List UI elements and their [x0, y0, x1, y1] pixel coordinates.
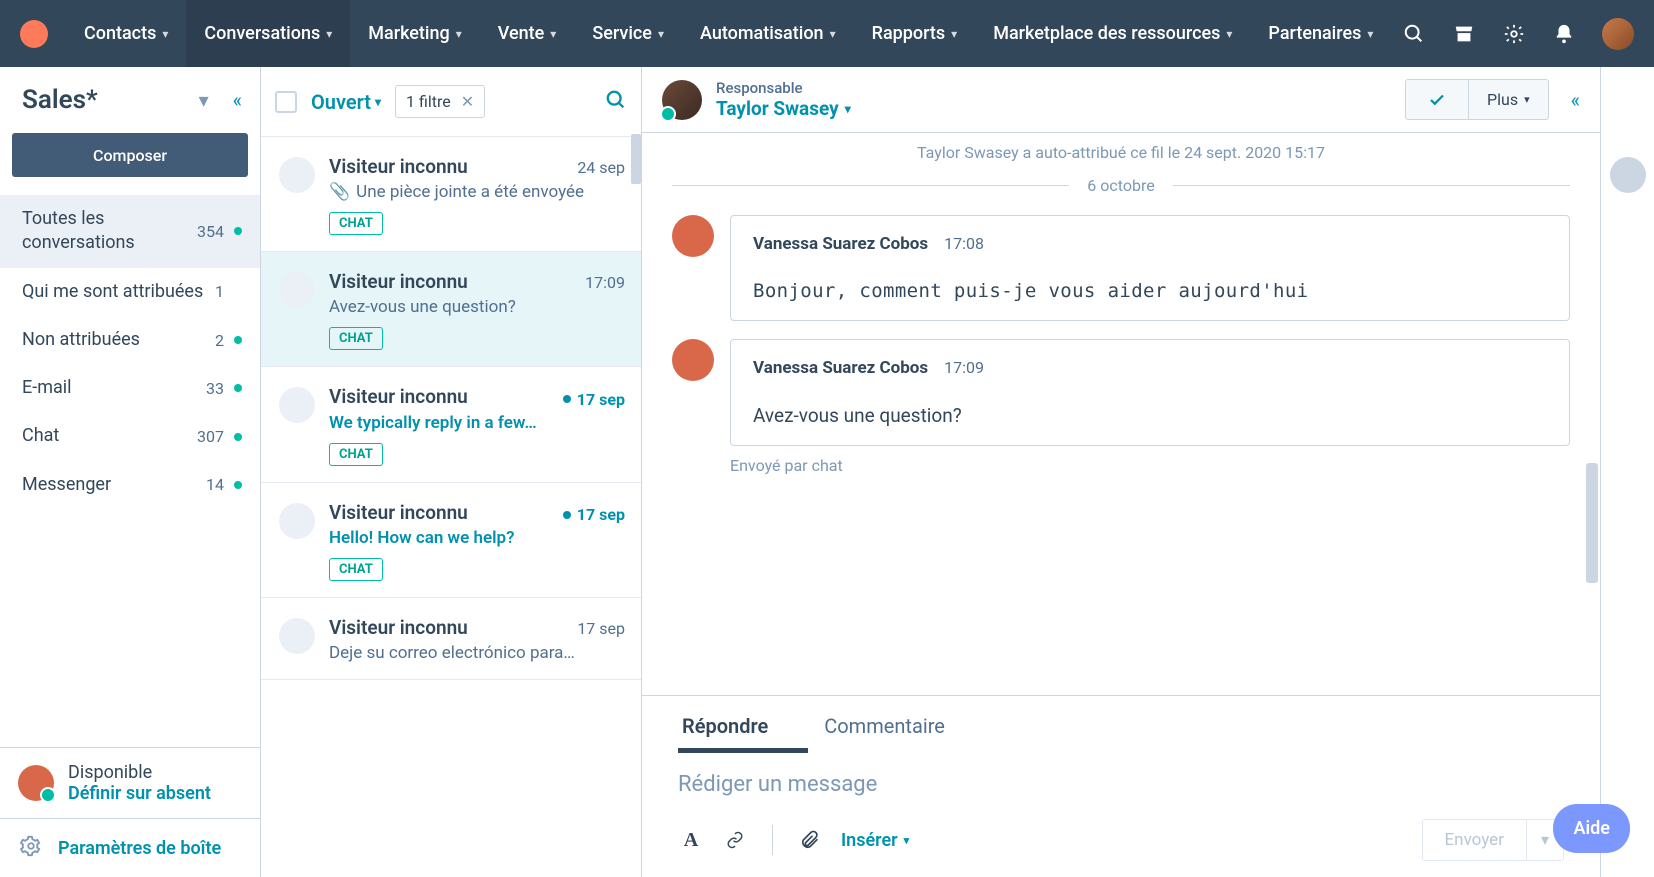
search-threads-icon[interactable]: [605, 89, 627, 115]
visitor-avatar-icon: [279, 272, 315, 308]
nav-contacts[interactable]: Contacts▾: [66, 0, 186, 67]
status-available-label: Disponible: [68, 762, 211, 783]
nav-automatisation[interactable]: Automatisation▾: [682, 0, 854, 67]
right-rail: [1600, 67, 1654, 877]
gear-icon[interactable]: [20, 835, 42, 861]
availability-status: Disponible Définir sur absent: [0, 747, 260, 818]
help-button[interactable]: Aide: [1553, 804, 1630, 853]
text-format-icon[interactable]: A: [678, 827, 704, 853]
top-nav: Contacts▾Conversations▾Marketing▾Vente▾S…: [0, 0, 1654, 67]
conversation-pane: Responsable Taylor Swasey▾ Plus▾ « Taylo…: [642, 67, 1600, 877]
date-separator: 6 octobre: [672, 176, 1570, 195]
scrollbar[interactable]: [1586, 463, 1598, 583]
sender-avatar-icon: [672, 215, 714, 257]
thread-item[interactable]: Visiteur inconnu17 sepHello! How can we …: [261, 483, 641, 599]
nav-marketing[interactable]: Marketing▾: [350, 0, 480, 67]
status-filter-dropdown[interactable]: Ouvert▾: [311, 90, 381, 114]
sender-avatar-icon: [672, 339, 714, 381]
inbox-name[interactable]: Sales*: [22, 85, 199, 115]
visitor-avatar-icon: [279, 387, 315, 423]
active-filter-pill[interactable]: 1 filtre✕: [395, 85, 485, 118]
sidebar-view[interactable]: Chat307: [0, 412, 260, 460]
sidebar-view[interactable]: E-mail33: [0, 364, 260, 412]
settings-gear-icon[interactable]: [1502, 22, 1526, 46]
owner-avatar-icon: [662, 80, 702, 120]
search-icon[interactable]: [1402, 22, 1426, 46]
owner-name-dropdown[interactable]: Taylor Swasey▾: [716, 97, 851, 120]
sidebar-view[interactable]: Non attribuées2: [0, 316, 260, 364]
send-button[interactable]: Envoyer ▾: [1422, 819, 1564, 861]
attachment-icon[interactable]: [797, 827, 823, 853]
nav-conversations[interactable]: Conversations▾: [186, 0, 350, 67]
notifications-bell-icon[interactable]: [1552, 22, 1576, 46]
contact-avatar-icon[interactable]: [1610, 157, 1646, 193]
sidebar-view[interactable]: Qui me sont attribuées1: [0, 268, 260, 316]
insert-dropdown[interactable]: Insérer▾: [841, 830, 909, 851]
message: Vanessa Suarez Cobos17:08Bonjour, commen…: [672, 215, 1570, 321]
collapse-sidebar-icon[interactable]: «: [233, 88, 242, 112]
select-all-checkbox[interactable]: [275, 91, 297, 113]
system-message: Taylor Swasey a auto-attribué ce fil le …: [672, 143, 1570, 162]
compose-button[interactable]: Composer: [12, 133, 248, 177]
visitor-avatar-icon: [279, 618, 315, 654]
owner-label: Responsable: [716, 79, 851, 97]
sent-via-label: Envoyé par chat: [730, 456, 1570, 475]
visitor-avatar-icon: [279, 157, 315, 193]
tab-reply[interactable]: Répondre: [678, 696, 772, 752]
nav-service[interactable]: Service▾: [574, 0, 682, 67]
inbox-sidebar: Sales* ▾ « Composer Toutes les conversat…: [0, 67, 261, 877]
sidebar-view[interactable]: Toutes les conversations354: [0, 195, 260, 268]
visitor-avatar-icon: [279, 503, 315, 539]
nav-partenaires[interactable]: Partenaires▾: [1250, 0, 1391, 67]
link-icon[interactable]: [722, 827, 748, 853]
nav-rapports[interactable]: Rapports▾: [854, 0, 976, 67]
tab-comment[interactable]: Commentaire: [820, 696, 949, 752]
scrollbar[interactable]: [631, 134, 641, 184]
thread-item[interactable]: Visiteur inconnu24 sep📎Une pièce jointe …: [261, 137, 641, 252]
nav-vente[interactable]: Vente▾: [480, 0, 575, 67]
message: Vanessa Suarez Cobos17:09Avez-vous une q…: [672, 339, 1570, 446]
account-avatar-icon[interactable]: [1602, 18, 1634, 50]
thread-list: Ouvert▾ 1 filtre✕ Visiteur inconnu24 sep…: [261, 67, 642, 877]
hubspot-logo-icon[interactable]: [20, 20, 48, 48]
set-away-link[interactable]: Définir sur absent: [68, 783, 211, 804]
clear-filter-icon[interactable]: ✕: [461, 92, 474, 111]
mark-done-button[interactable]: [1406, 80, 1468, 119]
mailbox-settings-link[interactable]: Paramètres de boîte: [58, 838, 221, 859]
marketplace-icon[interactable]: [1452, 22, 1476, 46]
inbox-dropdown-icon[interactable]: ▾: [199, 88, 209, 112]
user-avatar-icon: [18, 765, 54, 801]
collapse-right-rail-icon[interactable]: «: [1571, 88, 1580, 112]
message-input[interactable]: Rédiger un message: [642, 752, 1600, 807]
attachment-icon: 📎: [329, 182, 350, 202]
more-actions-button[interactable]: Plus▾: [1468, 80, 1548, 119]
nav-marketplace-des-ressources[interactable]: Marketplace des ressources▾: [975, 0, 1250, 67]
thread-item[interactable]: Visiteur inconnu17 sepWe typically reply…: [261, 367, 641, 483]
thread-item[interactable]: Visiteur inconnu17 sepDeje su correo ele…: [261, 598, 641, 680]
thread-item[interactable]: Visiteur inconnu17:09Avez-vous une quest…: [261, 252, 641, 367]
sidebar-view[interactable]: Messenger14: [0, 461, 260, 509]
